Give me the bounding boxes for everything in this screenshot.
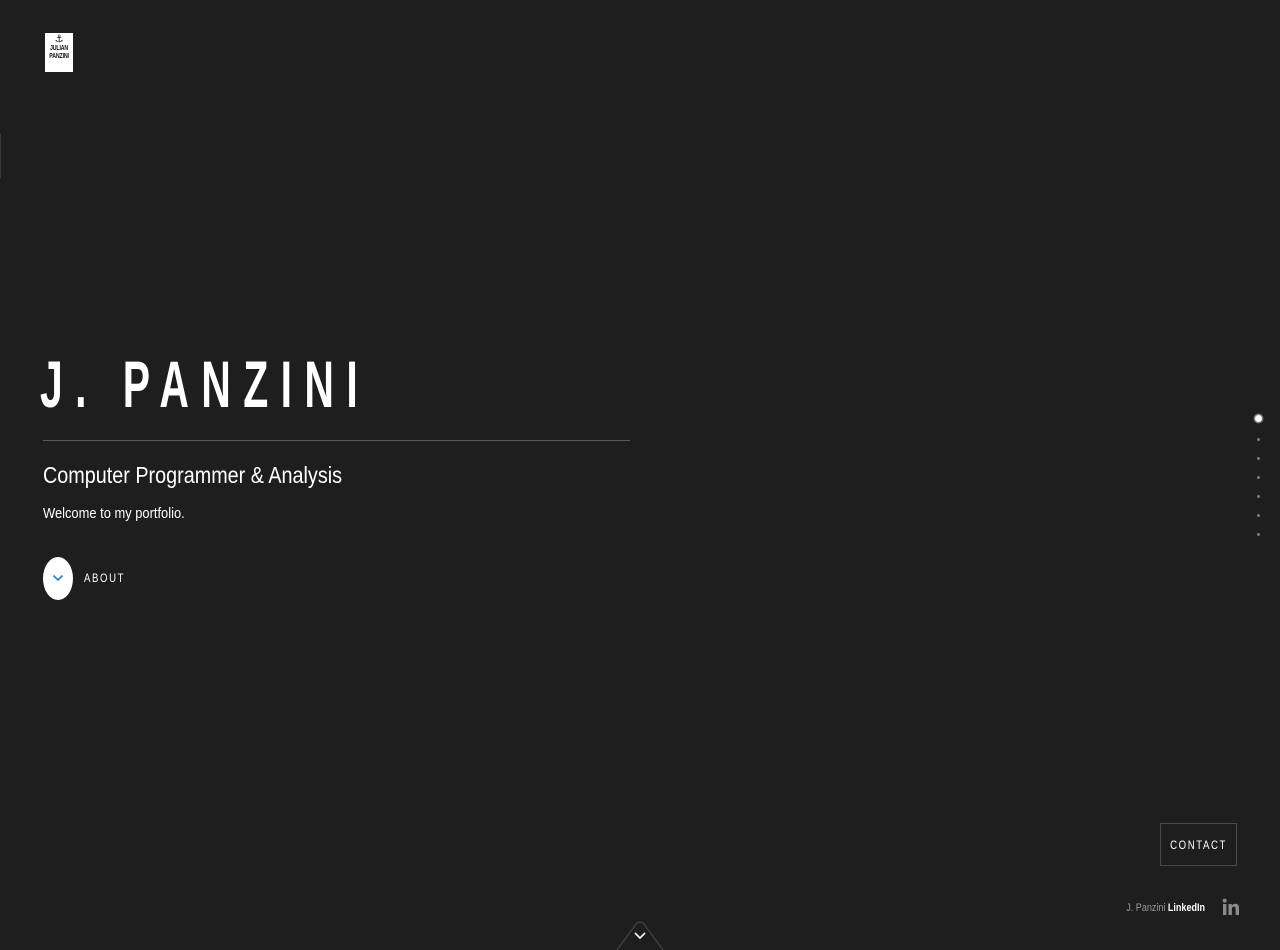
about-button[interactable]: ABOUT	[43, 556, 135, 600]
side-drawer-handle[interactable]	[0, 134, 1, 178]
footer-name: J. Panzini	[1126, 902, 1166, 914]
welcome-text: Welcome to my portfolio.	[43, 505, 185, 522]
site-logo[interactable]: ⚓ JULIAN PANZINI	[45, 33, 73, 72]
anchor-icon: ⚓	[54, 34, 64, 45]
section-dot-6[interactable]	[1256, 514, 1260, 517]
about-circle[interactable]	[43, 556, 73, 600]
linkedin-icon[interactable]	[1222, 898, 1240, 916]
section-dot-5[interactable]	[1256, 495, 1260, 498]
logo-text-line1: JULIAN	[49, 45, 69, 52]
section-dot-4[interactable]	[1256, 476, 1260, 479]
section-dot-7[interactable]	[1256, 533, 1260, 536]
section-dot-1[interactable]	[1254, 415, 1262, 422]
landing-page: ⚓ JULIAN PANZINI J. PANZINI Computer Pro…	[0, 0, 1280, 950]
chevron-down-icon	[52, 574, 64, 582]
page-subtitle: Computer Programmer & Analysis	[43, 462, 343, 488]
logo-text-line2: PANZINI	[49, 53, 69, 60]
title-divider	[43, 440, 630, 441]
page-title: J. PANZINI	[40, 347, 371, 421]
section-dot-2[interactable]	[1256, 438, 1260, 441]
contact-label[interactable]: CONTACT	[1170, 838, 1227, 852]
about-label[interactable]: ABOUT	[84, 571, 125, 585]
footer-credit: J. Panzini LinkedIn	[1126, 902, 1205, 914]
contact-button[interactable]: CONTACT	[1160, 823, 1237, 866]
section-dot-3[interactable]	[1256, 457, 1260, 460]
linkedin-link[interactable]: LinkedIn	[1168, 902, 1205, 914]
section-dot-nav	[1253, 413, 1263, 536]
scroll-down-button[interactable]	[617, 921, 663, 950]
